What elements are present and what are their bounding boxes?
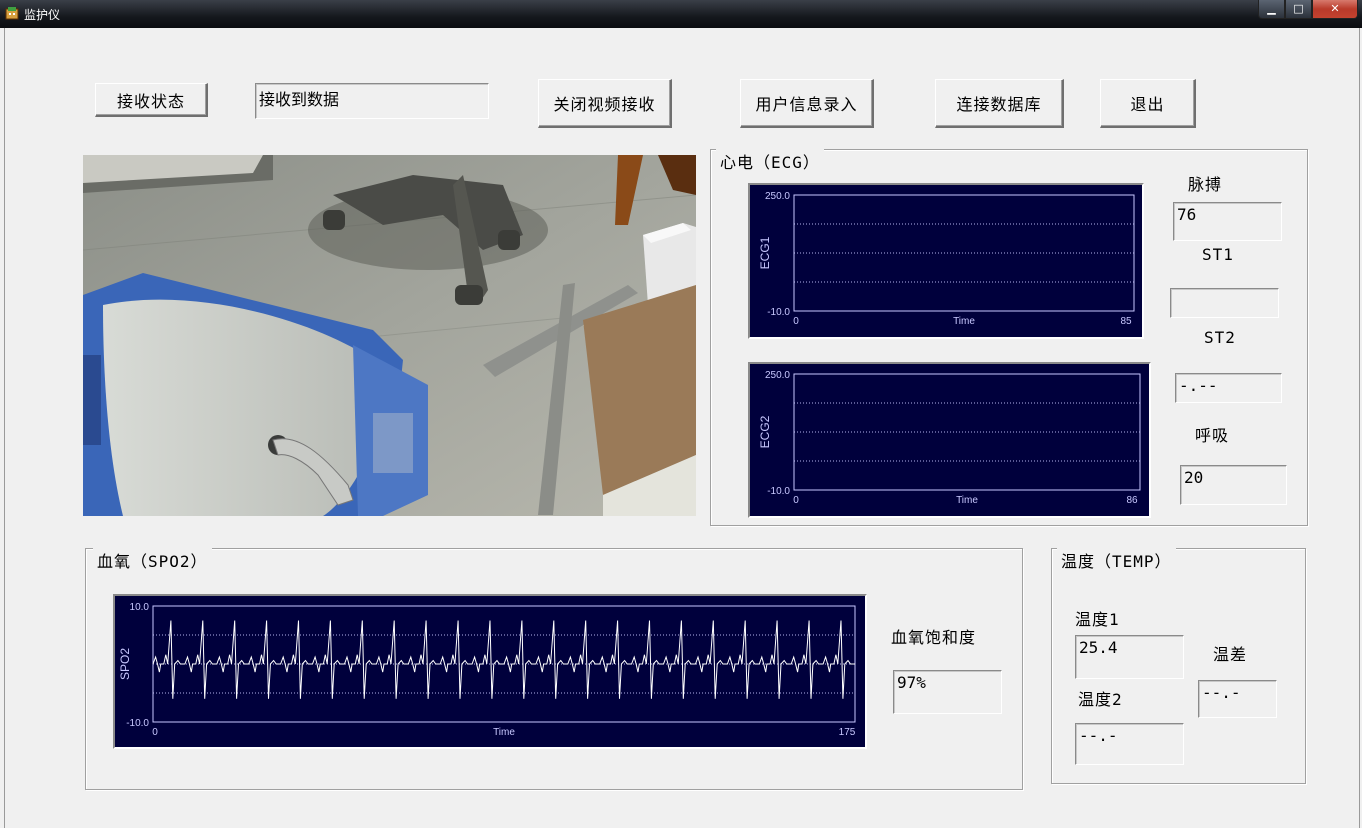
receive-status-field[interactable]: 接收到数据 bbox=[255, 83, 489, 119]
ecg1-xtick-max: 85 bbox=[1120, 316, 1132, 327]
spo2-xtick-max: 175 bbox=[839, 727, 856, 738]
exit-button[interactable]: 退出 bbox=[1100, 79, 1196, 128]
connect-database-button[interactable]: 连接数据库 bbox=[935, 79, 1064, 128]
ecg1-ytick-max: 250.0 bbox=[765, 191, 790, 202]
st2-value-field[interactable]: -.-- bbox=[1175, 373, 1282, 403]
user-info-button[interactable]: 用户信息录入 bbox=[740, 79, 874, 128]
close-video-button[interactable]: 关闭视频接收 bbox=[538, 79, 672, 128]
spo2-ytick-min: -10.0 bbox=[126, 718, 149, 729]
ecg1-chart: 250.0 -10.0 0 85 Time ECG1 bbox=[748, 183, 1144, 339]
temp1-value-field[interactable]: 25.4 bbox=[1075, 635, 1184, 679]
minimize-icon: ▁ bbox=[1267, 2, 1276, 15]
temp2-value-field[interactable]: --.- bbox=[1075, 723, 1184, 765]
window-title: 监护仪 bbox=[24, 8, 61, 22]
ecg-group-title: 心电（ECG） bbox=[716, 149, 824, 173]
close-icon: ✕ bbox=[1330, 2, 1340, 15]
temp-group-title: 温度（TEMP） bbox=[1057, 548, 1176, 572]
temp2-label: 温度2 bbox=[1078, 690, 1123, 709]
ecg2-ytick-min: -10.0 bbox=[767, 486, 790, 497]
spo2-group-title: 血氧（SPO2） bbox=[93, 548, 212, 572]
video-feed bbox=[83, 155, 696, 516]
spo2-chart: 10.0 -10.0 0 175 Time SPO2 bbox=[113, 594, 867, 749]
temp-diff-label: 温差 bbox=[1213, 645, 1248, 664]
spo2-chart-svg: 10.0 -10.00 175 Time SPO2 bbox=[118, 602, 856, 738]
spo2-ylabel: SPO2 bbox=[118, 648, 132, 680]
st1-value-field[interactable] bbox=[1170, 288, 1279, 318]
spo2-xlabel: Time bbox=[493, 727, 515, 738]
window-titlebar: 监护仪 ▁ □ ✕ bbox=[0, 0, 1362, 28]
ecg2-chart: 250.0 -10.0 0 86 Time ECG2 bbox=[748, 362, 1151, 518]
ecg1-chart-svg: 250.0 -10.00 85 Time ECG1 bbox=[758, 191, 1135, 327]
ecg2-ytick-max: 250.0 bbox=[765, 370, 790, 381]
ecg1-ylabel: ECG1 bbox=[758, 236, 772, 269]
ecg2-chart-svg: 250.0 -10.00 86 Time ECG2 bbox=[758, 370, 1141, 506]
ecg2-ylabel: ECG2 bbox=[758, 415, 772, 448]
temp1-label: 温度1 bbox=[1075, 610, 1120, 629]
saturation-label: 血氧饱和度 bbox=[891, 628, 977, 647]
app-icon bbox=[5, 7, 19, 20]
receive-status-button[interactable]: 接收状态 bbox=[95, 83, 208, 117]
close-button[interactable]: ✕ bbox=[1312, 0, 1358, 19]
ecg2-xtick-max: 86 bbox=[1126, 495, 1138, 506]
resp-value-field[interactable]: 20 bbox=[1180, 465, 1287, 505]
resp-label: 呼吸 bbox=[1195, 426, 1230, 445]
minimize-button[interactable]: ▁ bbox=[1258, 0, 1285, 19]
main-window-client: 接收状态 接收到数据 关闭视频接收 用户信息录入 连接数据库 退出 心电（ECG… bbox=[4, 28, 1360, 828]
spo2-ytick-max: 10.0 bbox=[130, 602, 150, 613]
pulse-label: 脉搏 bbox=[1188, 175, 1223, 194]
saturation-value-field[interactable]: 97% bbox=[893, 670, 1002, 714]
ecg1-ytick-min: -10.0 bbox=[767, 307, 790, 318]
maximize-button[interactable]: □ bbox=[1285, 0, 1312, 19]
spo2-xtick-min: 0 bbox=[152, 727, 158, 738]
st1-label: ST1 bbox=[1202, 245, 1234, 264]
temp-diff-value-field[interactable]: --.- bbox=[1198, 680, 1277, 718]
st2-label: ST2 bbox=[1204, 328, 1236, 347]
ecg2-xlabel: Time bbox=[956, 495, 978, 506]
maximize-icon: □ bbox=[1293, 2, 1304, 15]
pulse-value-field[interactable]: 76 bbox=[1173, 202, 1282, 241]
ecg1-xlabel: Time bbox=[953, 316, 975, 327]
spo2-trace-line bbox=[152, 620, 855, 699]
ecg1-xtick-min: 0 bbox=[793, 316, 799, 327]
ecg2-xtick-min: 0 bbox=[793, 495, 799, 506]
